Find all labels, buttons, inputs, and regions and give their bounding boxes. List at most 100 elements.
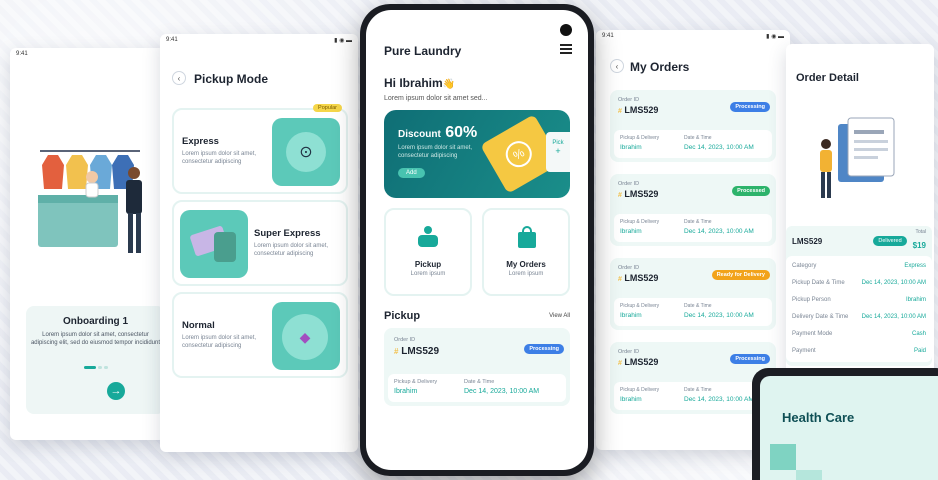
order-id-label: Order ID bbox=[618, 349, 640, 355]
status-time: 9:41 bbox=[16, 51, 28, 57]
status-time: 9:41 bbox=[602, 33, 614, 39]
camera-icon bbox=[560, 24, 572, 36]
discount-banner[interactable]: Discount 60% Lorem ipsum dolor sit amet,… bbox=[384, 110, 570, 198]
detail-value: Paid bbox=[913, 348, 926, 354]
order-id-label: Order ID bbox=[618, 181, 640, 187]
home-screen: Pure Laundry Hi Ibrahim👋 Lorem ipsum dol… bbox=[366, 10, 588, 470]
order-card[interactable]: Order ID # LMS529 Ready for Delivery Pic… bbox=[610, 258, 776, 330]
wave-hand-icon: 👋 bbox=[442, 79, 456, 90]
detail-row: Payment Paid bbox=[792, 343, 926, 360]
detail-row: Pickup Person Ibrahim bbox=[792, 292, 926, 309]
back-button[interactable]: ‹ bbox=[172, 71, 186, 85]
dt-label: Date & Time bbox=[684, 219, 712, 225]
order-id: # LMS529 bbox=[618, 273, 659, 283]
detail-value: Dec 14, 2023, 10:00 AM bbox=[861, 280, 926, 286]
page-title: Pickup Mode bbox=[194, 72, 269, 86]
detail-value: Ibrahim bbox=[905, 297, 926, 303]
delivered-badge: Delivered bbox=[873, 236, 907, 246]
discount-value: 60% bbox=[445, 124, 478, 141]
health-care-title: Health Care bbox=[782, 410, 855, 425]
total-label: Total bbox=[915, 229, 926, 235]
option-express[interactable]: Popular Express Lorem ipsum dolor sit am… bbox=[172, 104, 348, 194]
status-badge: Processed bbox=[732, 186, 770, 196]
pd-label: Pickup & Delivery bbox=[620, 387, 660, 393]
tile-my-orders[interactable]: My Orders Lorem ipsum bbox=[482, 208, 570, 296]
onboarding-text: Lorem ipsum dolor sit amet, consectetur … bbox=[30, 332, 161, 346]
status-badge: Processing bbox=[524, 344, 564, 354]
tile-sub: Lorem ipsum bbox=[410, 271, 446, 277]
arrow-right-icon: → bbox=[110, 385, 122, 397]
chevron-left-icon: ‹ bbox=[177, 73, 181, 83]
greeting: Hi Ibrahim👋 bbox=[384, 76, 456, 90]
option-name: Super Express bbox=[254, 228, 321, 239]
detail-row: Pickup Date & Time Dec 14, 2023, 10:00 AM bbox=[792, 275, 926, 292]
order-id: # LMS529 bbox=[618, 357, 659, 367]
order-card[interactable]: Order ID # LMS529 Processed Pickup & Del… bbox=[610, 174, 776, 246]
page-title: My Orders bbox=[630, 60, 690, 74]
dt-label: Date & Time bbox=[464, 379, 495, 385]
option-normal[interactable]: Normal Lorem ipsum dolor sit amet, conse… bbox=[172, 292, 348, 378]
section-title: Pickup bbox=[384, 310, 421, 322]
popular-badge: Popular bbox=[313, 104, 342, 112]
next-button[interactable]: → bbox=[107, 382, 125, 400]
detail-key: Delivery Date & Time bbox=[792, 314, 849, 320]
pd-value: Ibrahim bbox=[394, 388, 418, 395]
detail-row: Category Express bbox=[792, 258, 926, 275]
discount-label: Discount bbox=[398, 129, 441, 140]
total-value: $19 bbox=[912, 241, 926, 250]
tile-title: My Orders bbox=[506, 260, 546, 269]
pick-tag: Pick + bbox=[546, 132, 570, 172]
tile-pickup[interactable]: Pickup Lorem ipsum bbox=[384, 208, 472, 296]
pager-dots bbox=[84, 366, 108, 369]
add-button[interactable]: Add bbox=[398, 168, 425, 178]
onboarding-screen: 9:41 Onboarding 1 Lorem ipsum dolor sit … bbox=[10, 48, 165, 440]
order-id: # LMS529 bbox=[618, 105, 659, 115]
option-desc: Lorem ipsum dolor sit amet, consectetur … bbox=[182, 335, 257, 349]
menu-icon[interactable] bbox=[560, 44, 572, 54]
pickup-mode-screen: 9:41 ▮ ◉ ▬ ‹ Pickup Mode Popular Express … bbox=[160, 34, 358, 452]
dt-value: Dec 14, 2023, 10:00 AM bbox=[684, 312, 754, 319]
dt-label: Date & Time bbox=[684, 135, 712, 141]
option-super-express[interactable]: Super Express Lorem ipsum dolor sit amet… bbox=[172, 200, 348, 286]
normal-illustration: ◆ bbox=[272, 302, 340, 370]
back-button[interactable]: ‹ bbox=[610, 59, 624, 73]
chevron-left-icon: ‹ bbox=[615, 61, 619, 71]
tile-sub: Lorem ipsum bbox=[508, 271, 544, 277]
iron-icon: ◆ bbox=[299, 328, 311, 345]
order-detail-card: LMS529 Delivered Total $19 Category Expres… bbox=[786, 226, 932, 366]
dt-value: Dec 14, 2023, 10:00 AM bbox=[684, 228, 754, 235]
detail-key: Pickup Person bbox=[792, 297, 831, 303]
main-phone: Pure Laundry Hi Ibrahim👋 Lorem ipsum dol… bbox=[360, 4, 594, 476]
view-all-link[interactable]: View All bbox=[549, 313, 570, 319]
onboarding-card: Onboarding 1 Lorem ipsum dolor sit amet,… bbox=[26, 306, 165, 414]
pd-label: Pickup & Delivery bbox=[620, 135, 660, 141]
greeting-sub: Lorem ipsum dolor sit amet sed... bbox=[384, 95, 488, 102]
dt-value: Dec 14, 2023, 10:00 AM bbox=[464, 388, 540, 395]
express-illustration: ⊙ bbox=[272, 118, 340, 186]
pd-label: Pickup & Delivery bbox=[620, 219, 660, 225]
detail-value: Cash bbox=[911, 331, 926, 337]
status-badge: Ready for Delivery bbox=[711, 270, 770, 280]
order-id-label: Order ID bbox=[618, 265, 640, 271]
option-desc: Lorem ipsum dolor sit amet, consectetur … bbox=[254, 243, 329, 257]
option-name: Normal bbox=[182, 320, 215, 331]
order-card[interactable]: Order ID # LMS529 Processing Pickup & De… bbox=[610, 90, 776, 162]
pd-value: Ibrahim bbox=[620, 228, 642, 235]
order-id: # LMS529 bbox=[618, 189, 659, 199]
invoice-illustration bbox=[820, 117, 895, 198]
super-express-illustration bbox=[180, 210, 248, 278]
option-desc: Lorem ipsum dolor sit amet, consectetur … bbox=[182, 151, 257, 165]
detail-key: Payment bbox=[792, 348, 816, 354]
order-id: LMS529 bbox=[792, 236, 823, 246]
onboarding-title: Onboarding 1 bbox=[63, 316, 128, 327]
dt-value: Dec 14, 2023, 10:00 AM bbox=[684, 396, 754, 403]
dt-value: Dec 14, 2023, 10:00 AM bbox=[684, 144, 754, 151]
health-care-screen: Health Care bbox=[760, 376, 938, 480]
status-time: 9:41 bbox=[166, 37, 178, 43]
detail-value: Express bbox=[904, 263, 926, 269]
discount-text: Lorem ipsum dolor sit amet, consectetur … bbox=[398, 145, 473, 159]
order-id-label: Order ID bbox=[618, 97, 640, 103]
detail-row: Payment Mode Cash bbox=[792, 326, 926, 343]
pickup-order-card[interactable]: Order ID # LMS529 Processing Pickup & De… bbox=[384, 328, 570, 406]
detail-key: Category bbox=[792, 263, 817, 269]
